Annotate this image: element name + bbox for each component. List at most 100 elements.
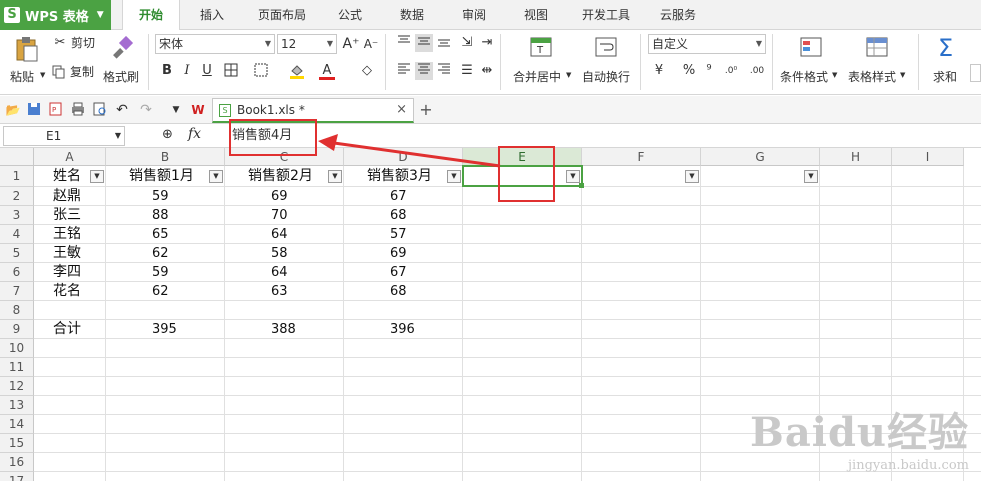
column-header-h[interactable]: H (820, 148, 892, 166)
align-bottom-icon[interactable] (435, 34, 453, 52)
cell-value[interactable]: 57 (390, 225, 407, 244)
cell-value[interactable]: 88 (152, 206, 169, 225)
filter-dropdown-icon[interactable]: ▼ (328, 170, 342, 183)
decrease-font-icon[interactable]: A⁻ (362, 35, 380, 53)
row-header[interactable]: 17 (0, 472, 34, 481)
select-all-corner[interactable] (0, 148, 34, 166)
currency-icon[interactable]: ¥ (650, 62, 668, 80)
font-size-select[interactable]: 12 ▼ (277, 34, 337, 54)
cell-value[interactable]: 68 (390, 282, 407, 301)
text-direction-icon[interactable]: ⇲ (458, 34, 476, 52)
tab-review[interactable]: 审阅 (452, 0, 496, 30)
fill-pattern-icon[interactable] (252, 62, 270, 80)
cell-value[interactable]: 69 (390, 244, 407, 263)
filter-dropdown-icon[interactable]: ▼ (685, 170, 699, 183)
cut-button[interactable]: ✂ 剪切 (52, 34, 95, 51)
underline-button[interactable]: U (198, 62, 216, 80)
print-icon[interactable] (70, 102, 86, 118)
clear-format-icon[interactable]: ◇ (358, 62, 376, 80)
row-header[interactable]: 7 (0, 282, 34, 301)
tab-insert[interactable]: 插入 (190, 0, 234, 30)
filter-dropdown-icon[interactable]: ▼ (90, 170, 104, 183)
column-header-f[interactable]: F (582, 148, 701, 166)
distributed-icon[interactable]: ⇹ (478, 62, 496, 80)
cell-value[interactable]: 64 (271, 225, 288, 244)
row-header[interactable]: 16 (0, 453, 34, 472)
zoom-function-icon[interactable]: ⊕ (162, 127, 173, 142)
export-pdf-icon[interactable]: P (48, 102, 64, 118)
sum-button[interactable]: Σ 求和 (926, 34, 966, 90)
filter-button-partial[interactable] (970, 64, 981, 82)
row-header[interactable]: 13 (0, 396, 34, 415)
cell-value[interactable]: 59 (152, 187, 169, 206)
cell-value[interactable]: 62 (152, 244, 169, 263)
row-header[interactable]: 15 (0, 434, 34, 453)
cell-name[interactable]: 花名 (53, 282, 81, 301)
cell-value[interactable]: 64 (271, 263, 288, 282)
row-header[interactable]: 14 (0, 415, 34, 434)
tab-view[interactable]: 视图 (514, 0, 558, 30)
cell-name[interactable]: 李四 (53, 263, 81, 282)
bold-button[interactable]: B (158, 62, 176, 80)
filter-dropdown-icon[interactable]: ▼ (804, 170, 818, 183)
cell-value[interactable]: 69 (271, 187, 288, 206)
open-folder-icon[interactable]: 📂 (5, 102, 21, 118)
row-header[interactable]: 3 (0, 206, 34, 225)
print-preview-icon[interactable] (92, 102, 108, 118)
wps-app-menu[interactable]: S WPS 表格 ▼ (0, 0, 111, 30)
tab-formulas[interactable]: 公式 (328, 0, 372, 30)
number-format-select[interactable]: 自定义 ▼ (648, 34, 766, 54)
row-header[interactable]: 6 (0, 263, 34, 282)
cell-value[interactable]: 59 (152, 263, 169, 282)
new-tab-icon[interactable]: + (418, 102, 434, 118)
cell-value[interactable]: 67 (390, 187, 407, 206)
row-header[interactable]: 2 (0, 187, 34, 206)
merge-center-button[interactable]: T 合并居中 ▼ (510, 34, 572, 90)
formula-input[interactable]: 销售额4月 (226, 126, 981, 146)
cell-value[interactable]: 62 (152, 282, 169, 301)
cell-name[interactable]: 王铭 (53, 225, 81, 244)
cell-c1[interactable]: 销售额2月 (248, 167, 313, 186)
redo-icon[interactable]: ↷ (138, 102, 154, 118)
conditional-format-button[interactable]: 条件格式 ▼ (778, 34, 842, 90)
cell-d1[interactable]: 销售额3月 (367, 167, 432, 186)
cell-value[interactable]: 65 (152, 225, 169, 244)
increase-decimal-icon[interactable]: .0⁰ (722, 62, 740, 80)
filter-dropdown-icon[interactable]: ▼ (447, 170, 461, 183)
cell-value[interactable]: 68 (390, 206, 407, 225)
column-header-i[interactable]: I (892, 148, 964, 166)
cell-total[interactable]: 395 (152, 320, 177, 339)
row-header[interactable]: 12 (0, 377, 34, 396)
undo-icon[interactable]: ↶ (114, 102, 130, 118)
table-style-button[interactable]: 表格样式 ▼ (846, 34, 910, 90)
borders-icon[interactable] (222, 62, 240, 80)
cell-total[interactable]: 396 (390, 320, 415, 339)
justify-icon[interactable]: ☰ (458, 62, 476, 80)
tab-cloud[interactable]: 云服务 (652, 0, 704, 30)
align-top-icon[interactable] (395, 34, 413, 52)
format-painter-button[interactable]: 格式刷 (103, 34, 143, 90)
cell-name[interactable]: 赵鼎 (53, 187, 81, 206)
paste-button[interactable]: 粘贴 ▼ (10, 34, 46, 90)
cell-value[interactable]: 67 (390, 263, 407, 282)
close-tab-icon[interactable]: × (396, 102, 407, 117)
increase-font-icon[interactable]: A⁺ (342, 35, 360, 53)
save-icon[interactable] (26, 102, 42, 118)
column-header-a[interactable]: A (34, 148, 106, 166)
cell-total[interactable]: 388 (271, 320, 296, 339)
percent-button[interactable]: % (680, 62, 698, 80)
font-color-icon[interactable]: A (318, 62, 336, 80)
fill-color-icon[interactable] (288, 62, 306, 80)
copy-button[interactable]: 复制 (52, 63, 94, 80)
row-header[interactable]: 10 (0, 339, 34, 358)
name-box[interactable]: E1 ▼ (3, 126, 125, 146)
italic-button[interactable]: I (178, 62, 196, 80)
cell-b1[interactable]: 销售额1月 (129, 167, 194, 186)
cell-value[interactable]: 58 (271, 244, 288, 263)
cell-value[interactable]: 70 (271, 206, 288, 225)
tab-home[interactable]: 开始 (122, 0, 180, 31)
wrap-text-button[interactable]: 自动换行 (580, 34, 634, 90)
column-header-b[interactable]: B (106, 148, 225, 166)
customize-caret-icon[interactable]: ▼ (168, 102, 184, 118)
thousands-button[interactable]: ⁹ (700, 62, 718, 80)
